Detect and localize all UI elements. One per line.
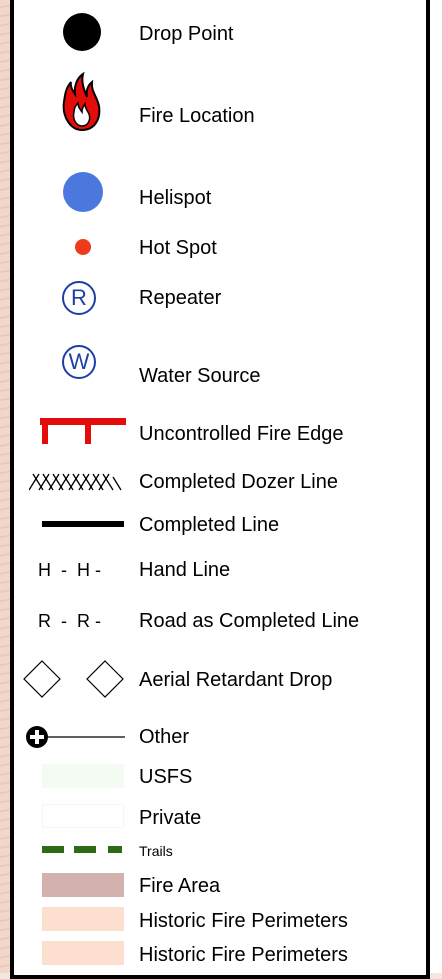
helispot-icon xyxy=(63,172,103,212)
legend-label-repeater: Repeater xyxy=(139,287,222,309)
usfs-swatch xyxy=(42,764,124,788)
map-background-edge xyxy=(0,0,10,973)
legend-label-historic-fire-perimeters: Historic Fire Perimeters xyxy=(139,910,348,932)
drop-point-icon xyxy=(63,13,101,51)
legend-label-fire-area: Fire Area xyxy=(139,875,221,897)
water-source-icon: W xyxy=(62,345,96,379)
fire-area-swatch xyxy=(42,873,124,897)
other-icon xyxy=(26,726,125,748)
hand-line-icon: H - H - xyxy=(38,560,101,580)
road-line-icon: R - R - xyxy=(38,611,101,631)
retardant-drop-icon xyxy=(23,660,124,698)
legend-label-road-completed-line: Road as Completed Line xyxy=(139,610,360,632)
legend-label-other: Other xyxy=(139,726,190,748)
historic-perimeter-swatch-2 xyxy=(42,941,124,965)
legend-label-fire-location: Fire Location xyxy=(139,105,255,127)
hot-spot-icon xyxy=(75,239,91,255)
legend-label-hand-line: Hand Line xyxy=(139,559,231,581)
legend-label-aerial-retardant-drop: Aerial Retardant Drop xyxy=(139,669,333,691)
private-swatch xyxy=(42,804,124,828)
legend-label-private: Private xyxy=(139,807,202,829)
legend-label-helispot: Helispot xyxy=(139,187,212,209)
legend-label-completed-line: Completed Line xyxy=(139,514,280,536)
legend-label-water-source: Water Source xyxy=(139,365,261,387)
legend-label-completed-dozer-line: Completed Dozer Line xyxy=(139,471,338,493)
trails-icon xyxy=(42,846,122,853)
uncontrolled-fire-edge-icon xyxy=(40,418,126,444)
legend-label-historic-fire-perimeters-2: Historic Fire Perimeters xyxy=(139,944,348,966)
dozer-line-icon xyxy=(29,473,122,491)
legend-label-usfs: USFS xyxy=(139,766,193,788)
fire-location-icon xyxy=(62,72,101,132)
repeater-icon: R xyxy=(62,281,96,315)
legend-label-trails: Trails xyxy=(139,843,173,859)
legend-label-drop-point: Drop Point xyxy=(139,23,234,45)
historic-perimeter-swatch xyxy=(42,907,124,931)
legend-label-uncontrolled-fire-edge: Uncontrolled Fire Edge xyxy=(139,423,344,445)
legend-label-hot-spot: Hot Spot xyxy=(139,237,217,259)
completed-line-icon xyxy=(42,521,124,527)
